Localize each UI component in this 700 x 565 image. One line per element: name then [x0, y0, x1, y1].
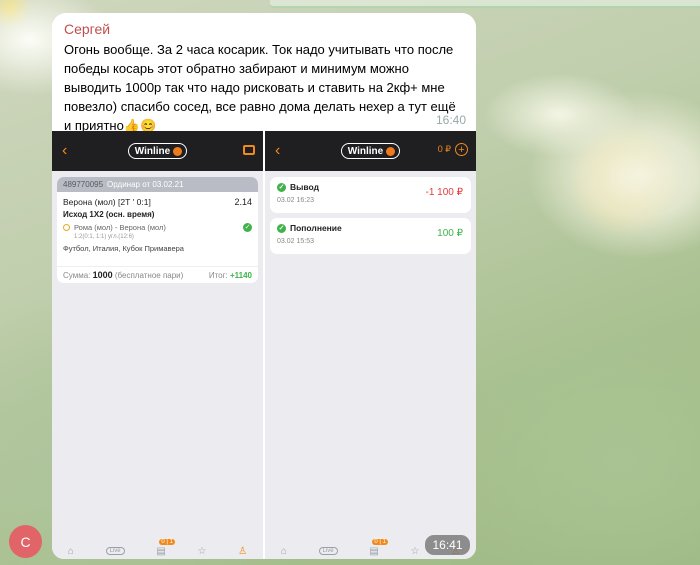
bet-event: Верона (мол) [2Т ' 0:1]	[63, 197, 151, 207]
result-value: +1140	[229, 270, 252, 280]
bet-coef: 2.14	[234, 197, 252, 207]
message-text: Огонь вообще. За 2 часа косарик. Ток над…	[64, 42, 456, 133]
bet-footer: Сумма: 1000 (бесплатное пари) Итог: +114…	[57, 266, 258, 283]
check-icon: ✓	[243, 223, 252, 232]
app-header: ‹ Winline 0 ₽ +	[265, 131, 476, 171]
brand-name: Winline	[134, 145, 171, 157]
check-icon: ✓	[277, 182, 286, 192]
balance-display: 0 ₽ +	[438, 143, 468, 156]
coupon-icon: ▤ 0 | 1	[369, 538, 388, 557]
transaction-item: ✓ Пополнение 03.02 15:53 100 ₽	[270, 218, 471, 254]
live-tab: Live	[105, 547, 125, 555]
bet-event-row: Верона (мол) [2Т ' 0:1] 2.14	[57, 192, 258, 207]
message-time: 16:40	[435, 113, 466, 127]
coupon-badge: 0 | 1	[159, 538, 175, 545]
message-sender[interactable]: Сергей	[64, 21, 464, 37]
transaction-amount: 100 ₽	[437, 228, 463, 239]
result-label: Итог:	[208, 270, 228, 280]
transaction-date: 03.02 16:23	[277, 197, 314, 204]
bet-id: 489770095	[63, 180, 104, 189]
bet-match-row: Рома (мол) - Верона (мол) ✓	[57, 219, 258, 232]
avatar[interactable]: С	[9, 525, 42, 558]
logo-dot-icon	[386, 146, 396, 156]
home-icon: ⌂	[280, 545, 287, 557]
home-icon: ⌂	[67, 545, 74, 557]
bet-history-panel: ‹ Winline 489770095 Ординар от 03.02.21 …	[52, 131, 263, 559]
brand-name: Winline	[347, 145, 384, 157]
coupon-badge: 0 | 1	[372, 538, 388, 545]
top-input-edge	[270, 0, 700, 8]
star-icon: ☆	[410, 545, 420, 557]
app-header: ‹ Winline	[52, 131, 263, 171]
bet-match: Рома (мол) - Верона (мол)	[74, 223, 166, 232]
back-arrow-icon: ‹	[62, 142, 68, 159]
live-tab: Live	[318, 547, 338, 555]
coupon-icon: ▤ 0 | 1	[156, 538, 175, 557]
clock-icon	[63, 224, 70, 231]
bet-type: Ординар от 03.02.21	[107, 180, 184, 189]
transactions-panel: ‹ Winline 0 ₽ + ✓ Вывод 03.02 16:23 -1 1…	[265, 131, 476, 559]
star-icon: ☆	[197, 545, 207, 557]
bet-market: Исход 1Х2 (осн. время)	[63, 210, 155, 219]
bet-card: 489770095 Ординар от 03.02.21 Верона (мо…	[57, 177, 258, 283]
winline-logo: Winline	[127, 143, 188, 159]
bet-score: 1:2(0:1, 1:1) угл.(12:6)	[74, 234, 134, 240]
balance-value: 0 ₽	[437, 144, 451, 154]
message-bubble[interactable]: Сергей Огонь вообще. За 2 часа косарик. …	[52, 13, 476, 133]
transaction-date: 03.02 15:53	[277, 238, 314, 245]
transaction-title: Пополнение	[290, 223, 342, 233]
logo-dot-icon	[173, 146, 183, 156]
check-icon: ✓	[277, 223, 286, 233]
free-bet-note: (бесплатное пари)	[114, 271, 184, 280]
transaction-item: ✓ Вывод 03.02 16:23 -1 100 ₽	[270, 177, 471, 213]
photo-time: 16:41	[425, 535, 470, 555]
back-arrow-icon: ‹	[275, 142, 281, 159]
stake-label: Сумма:	[63, 271, 91, 280]
profile-icon: ♙	[238, 545, 248, 557]
bet-header: 489770095 Ординар от 03.02.21	[57, 177, 258, 192]
bet-league: Футбол, Италия, Кубок Примавера	[63, 244, 184, 253]
stake-value: 1000	[92, 270, 113, 280]
transaction-amount: -1 100 ₽	[425, 187, 464, 198]
transaction-title: Вывод	[290, 182, 319, 192]
wallet-icon	[243, 145, 255, 155]
tab-bar: ⌂ Live ▤0 | 1 ☆ ♙	[52, 538, 263, 559]
attached-screenshot[interactable]: ‹ Winline 489770095 Ординар от 03.02.21 …	[52, 131, 476, 559]
plus-icon: +	[455, 143, 468, 156]
avatar-initial: С	[20, 533, 31, 550]
winline-logo: Winline	[340, 143, 401, 159]
